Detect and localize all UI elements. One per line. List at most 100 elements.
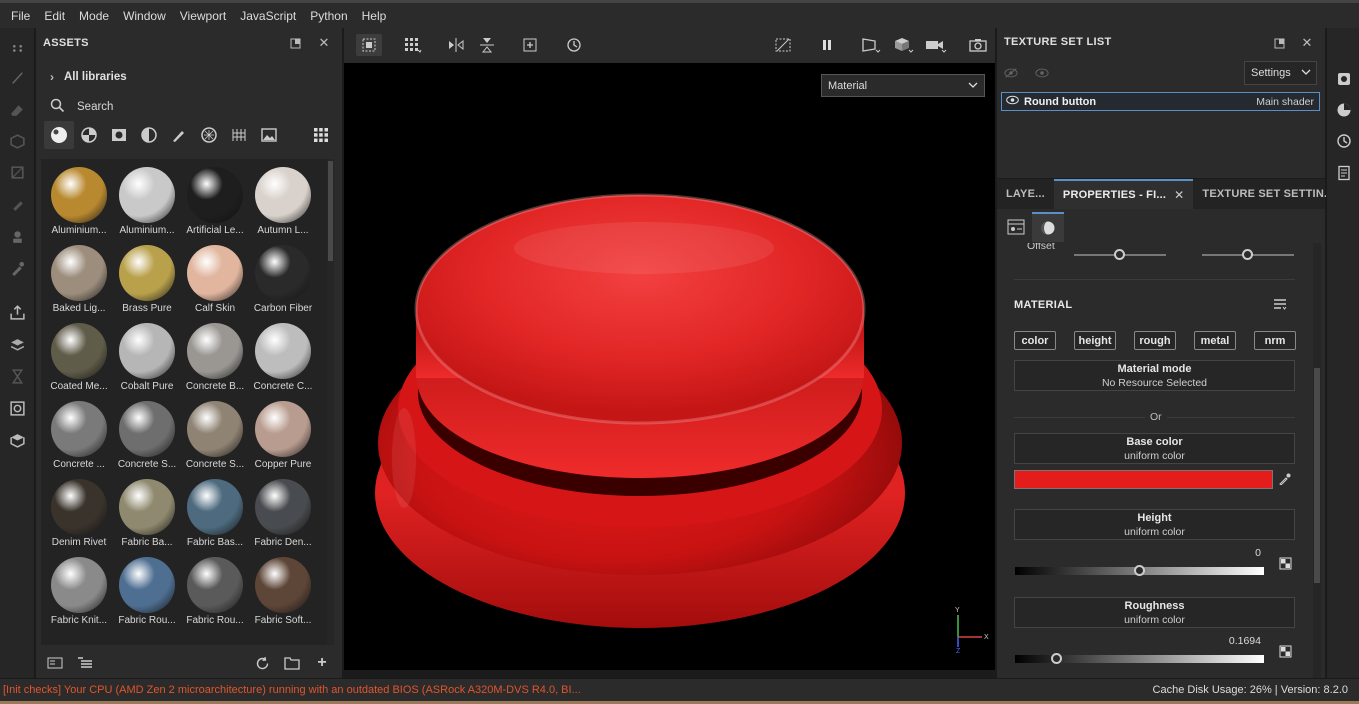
tab-properties[interactable]: PROPERTIES - FI... ✕ — [1053, 179, 1194, 209]
add-icon[interactable]: + — [313, 654, 331, 671]
scrollbar-thumb[interactable] — [328, 161, 333, 261]
refresh-icon[interactable] — [253, 655, 271, 671]
menu-viewport[interactable]: Viewport — [173, 9, 233, 23]
show-all-eye-icon[interactable] — [1035, 66, 1049, 80]
symmetry-y-icon[interactable] — [474, 34, 500, 56]
all-libraries-item[interactable]: › All libraries — [50, 70, 127, 84]
filter-materials-icon[interactable] — [44, 121, 74, 149]
hide-all-eye-icon[interactable] — [1004, 66, 1018, 80]
video-camera-icon[interactable] — [923, 34, 949, 56]
status-message[interactable]: [Init checks] Your CPU (AMD Zen 2 microa… — [3, 684, 581, 696]
asset-thumbnail[interactable]: Copper Pure — [249, 399, 317, 477]
base-color-slot[interactable]: Base color uniform color — [1014, 433, 1295, 464]
menu-window[interactable]: Window — [116, 9, 173, 23]
tab-layers[interactable]: LAYE... — [997, 179, 1054, 209]
asset-thumbnail[interactable]: Brass Pure — [113, 243, 181, 321]
height-slider-knob[interactable] — [1134, 565, 1145, 576]
pause-icon[interactable] — [814, 34, 840, 56]
offset-v-knob[interactable] — [1242, 249, 1253, 260]
export-icon[interactable] — [8, 303, 27, 322]
offset-u-knob[interactable] — [1114, 249, 1125, 260]
asset-thumbnail[interactable]: Carbon Fiber — [249, 243, 317, 321]
selection-mode-icon[interactable] — [356, 34, 382, 56]
asset-thumbnail[interactable]: Fabric Knit... — [45, 555, 113, 633]
camera-perspective-icon[interactable] — [858, 34, 884, 56]
filter-brushes-icon[interactable] — [164, 121, 194, 149]
filter-settings-icon[interactable] — [1000, 212, 1032, 242]
base-color-swatch[interactable] — [1014, 470, 1273, 489]
material-sphere-icon[interactable] — [1032, 212, 1064, 242]
projection-icon[interactable] — [8, 132, 27, 151]
symmetry-x-icon[interactable] — [443, 34, 469, 56]
channel-color-toggle[interactable]: color — [1014, 331, 1056, 350]
texture-set-settings-dropdown[interactable]: Settings — [1244, 61, 1317, 85]
filter-textures-icon[interactable] — [194, 121, 224, 149]
texture-set-row[interactable]: Round button Main shader — [1001, 92, 1320, 111]
viewport-3d[interactable]: Material Y X Z — [344, 63, 995, 670]
close-icon[interactable]: ✕ — [1300, 35, 1314, 50]
clone-stamp-icon[interactable] — [8, 227, 27, 246]
texture-slot-icon[interactable] — [1278, 644, 1292, 658]
fit-view-icon[interactable] — [517, 34, 543, 56]
asset-thumbnail[interactable]: Calf Skin — [181, 243, 249, 321]
height-number[interactable]: 0 — [1227, 547, 1261, 559]
smudge-icon[interactable] — [8, 195, 27, 214]
folder-icon[interactable] — [283, 655, 301, 671]
asset-thumbnail[interactable]: Concrete S... — [181, 399, 249, 477]
asset-thumbnail[interactable]: Fabric Den... — [249, 477, 317, 555]
material-mode-slot[interactable]: Material mode No Resource Selected — [1014, 360, 1295, 391]
tab-texture-set-settings[interactable]: TEXTURE SET SETTIN... — [1193, 179, 1342, 209]
collapse-list-icon[interactable] — [76, 655, 94, 671]
list-view-icon[interactable] — [46, 655, 64, 671]
filter-all-grid-icon[interactable] — [306, 121, 336, 149]
asset-thumbnail[interactable]: Concrete B... — [181, 321, 249, 399]
asset-thumbnail[interactable]: Concrete ... — [45, 399, 113, 477]
history-icon[interactable] — [561, 34, 587, 56]
menu-mode[interactable]: Mode — [72, 9, 116, 23]
roughness-number[interactable]: 0.1694 — [1211, 635, 1261, 647]
search-input[interactable] — [77, 101, 277, 113]
paint-brush-icon[interactable] — [8, 68, 27, 87]
channel-rough-toggle[interactable]: rough — [1134, 331, 1176, 350]
history-clock-icon[interactable] — [1335, 132, 1353, 150]
channel-nrm-toggle[interactable]: nrm — [1254, 331, 1296, 350]
color-picker-icon[interactable] — [8, 259, 27, 278]
filter-smart-masks-icon[interactable] — [134, 121, 164, 149]
display-settings-icon[interactable] — [8, 399, 27, 418]
asset-thumbnail[interactable]: Concrete S... — [113, 399, 181, 477]
environment-globe-icon[interactable] — [1335, 101, 1353, 119]
hide-overlay-icon[interactable] — [770, 34, 796, 56]
filter-environments-icon[interactable] — [224, 121, 254, 149]
roughness-slot[interactable]: Roughness uniform color — [1014, 597, 1295, 628]
height-slot[interactable]: Height uniform color — [1014, 509, 1295, 540]
asset-thumbnail[interactable]: Denim Rivet — [45, 477, 113, 555]
bake-icon[interactable] — [8, 336, 27, 355]
asset-thumbnail[interactable]: Baked Lig... — [45, 243, 113, 321]
log-document-icon[interactable] — [1335, 164, 1353, 182]
menu-file[interactable]: File — [4, 9, 37, 23]
asset-thumbnail[interactable]: Coated Me... — [45, 321, 113, 399]
menu-python[interactable]: Python — [303, 9, 354, 23]
shelf-cube-icon[interactable] — [8, 431, 27, 450]
close-icon[interactable]: ✕ — [317, 35, 331, 50]
properties-scrollbar[interactable] — [1313, 243, 1321, 678]
undock-icon[interactable] — [1272, 36, 1286, 50]
grid-snapping-icon[interactable] — [400, 34, 426, 56]
visibility-eye-icon[interactable] — [1006, 95, 1019, 108]
eyedropper-icon[interactable] — [1278, 472, 1292, 486]
eraser-icon[interactable] — [8, 100, 27, 119]
hourglass-icon[interactable] — [8, 367, 27, 386]
polygon-fill-icon[interactable] — [8, 163, 27, 182]
asset-thumbnail[interactable]: Fabric Rou... — [113, 555, 181, 633]
assets-scrollbar[interactable] — [327, 159, 334, 645]
menu-edit[interactable]: Edit — [37, 9, 72, 23]
filter-smart-materials-icon[interactable] — [74, 121, 104, 149]
roughness-slider-knob[interactable] — [1051, 653, 1062, 664]
screenshot-camera-icon[interactable] — [965, 34, 991, 56]
asset-thumbnail[interactable]: Aluminium... — [45, 165, 113, 243]
settings-gear-icon[interactable] — [1335, 70, 1353, 88]
filter-masks-icon[interactable] — [104, 121, 134, 149]
asset-thumbnail[interactable]: Artificial Le... — [181, 165, 249, 243]
channel-select[interactable]: Material — [821, 74, 985, 97]
asset-thumbnail[interactable]: Fabric Rou... — [181, 555, 249, 633]
